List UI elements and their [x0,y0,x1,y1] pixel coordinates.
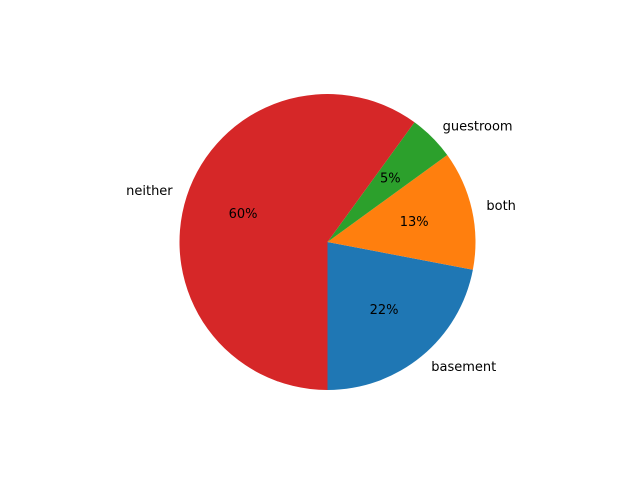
slice-label-both: both [486,199,516,214]
slice-percent-basement: 22% [370,303,399,318]
slice-percent-both: 13% [400,215,429,230]
slice-label-neither: neither [126,184,173,199]
chart-figure: basement 22% both 13% guestroom 5% neither 60% [0,0,640,480]
slice-percent-neither: 60% [229,207,258,222]
pie-slices [179,94,476,390]
slice-percent-guestroom: 5% [380,172,401,187]
pie-chart: basement 22% both 13% guestroom 5% neither 60% [126,94,516,390]
slice-label-guestroom: guestroom [443,119,513,134]
slice-label-basement: basement [431,360,496,375]
